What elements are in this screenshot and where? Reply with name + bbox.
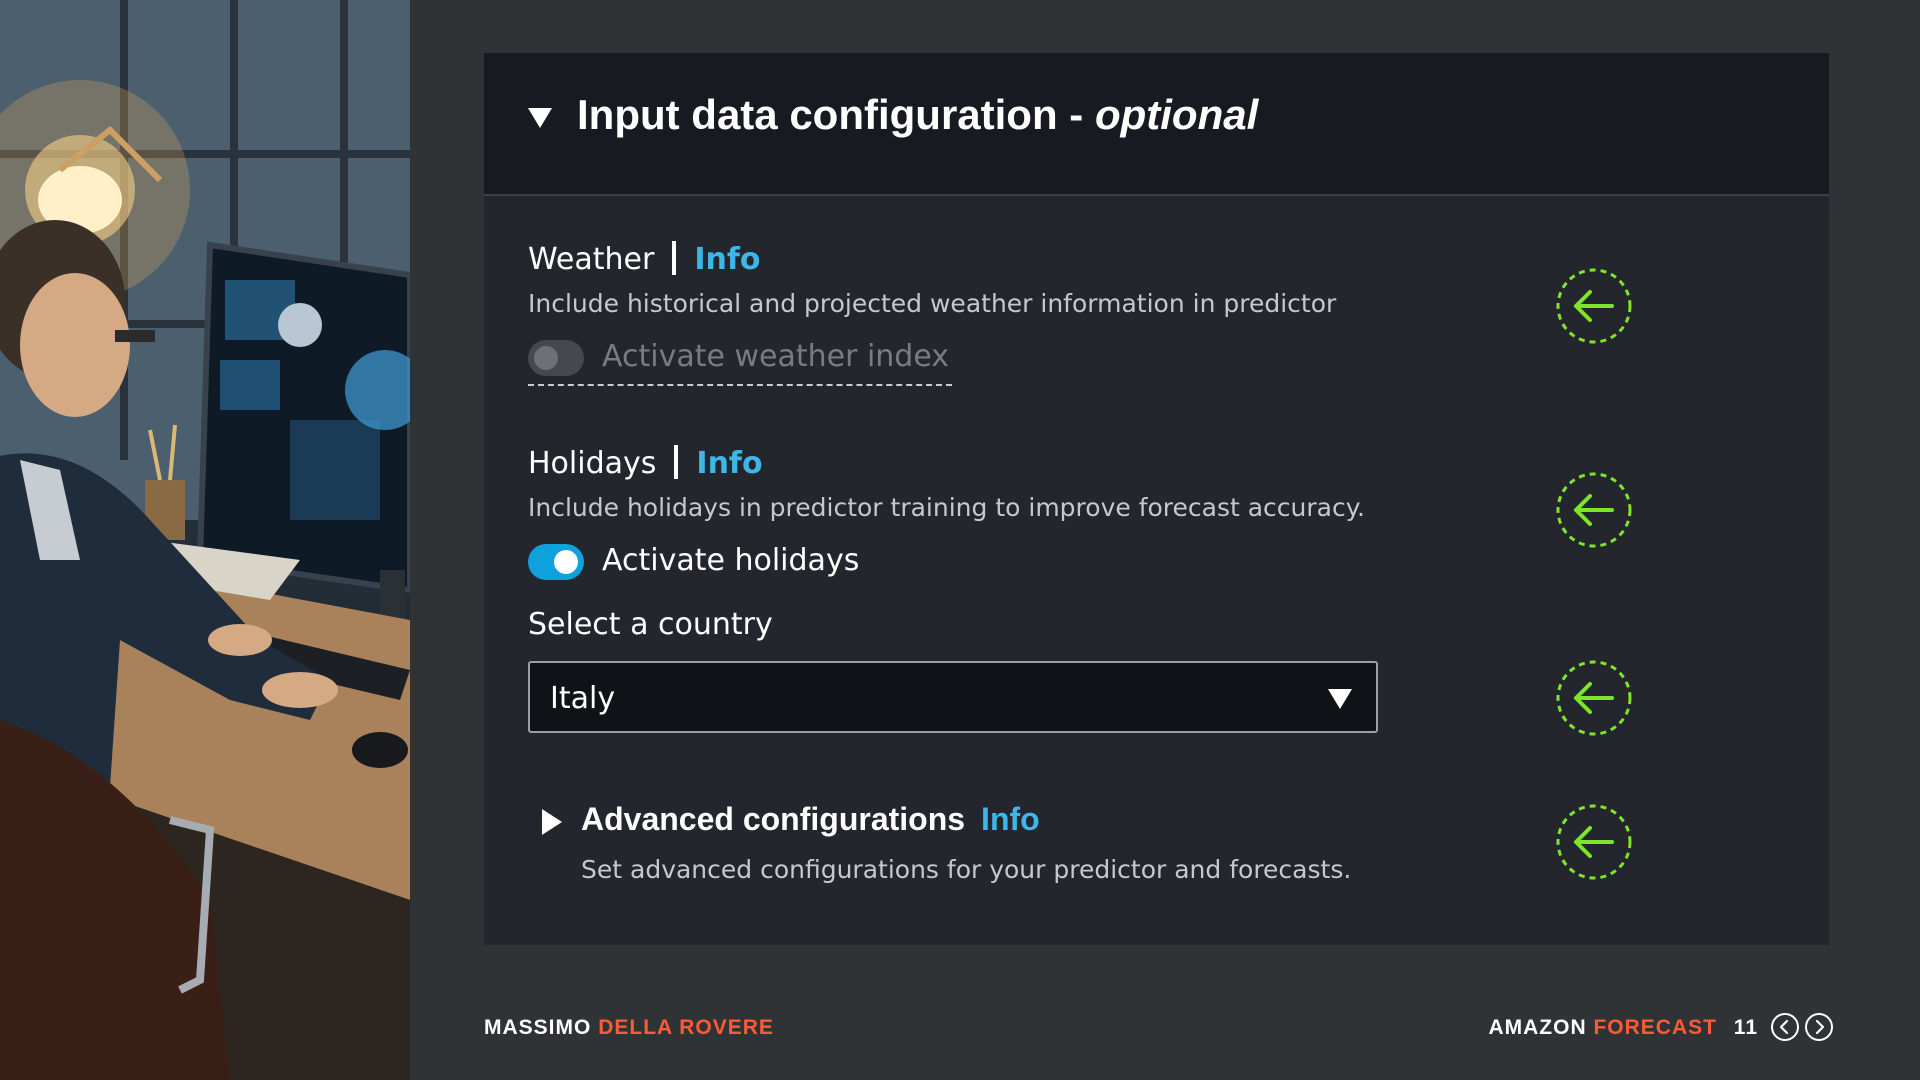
- holidays-section-label: Holidays Info: [528, 445, 763, 481]
- input-data-configuration-panel: Input data configuration - optional Weat…: [484, 53, 1829, 945]
- holidays-label: Holidays: [528, 446, 657, 481]
- arrow-left-dashed-circle-icon: [1556, 472, 1632, 548]
- weather-index-toggle[interactable]: [528, 340, 584, 376]
- footer-product: AMAZON FORECAST 11: [1488, 1016, 1758, 1040]
- chevron-left-circle-icon[interactable]: [1770, 1012, 1800, 1042]
- holidays-info-link[interactable]: Info: [696, 446, 762, 481]
- advanced-info-link[interactable]: Info: [981, 801, 1040, 837]
- advanced-configurations-title: Advanced configurations: [581, 801, 966, 837]
- panel-title: Input data configuration - optional: [577, 91, 1258, 139]
- weather-index-toggle-label: Activate weather index: [602, 339, 950, 374]
- product-first: AMAZON: [1488, 1016, 1587, 1039]
- caret-down-icon: [1328, 689, 1352, 709]
- arrow-left-dashed-circle-icon: [1556, 268, 1632, 344]
- product-second: FORECAST: [1593, 1016, 1717, 1039]
- panel-header[interactable]: Input data configuration - optional: [484, 53, 1829, 196]
- weather-description: Include historical and projected weather…: [528, 289, 1337, 318]
- slide: Input data configuration - optional Weat…: [0, 0, 1920, 1080]
- panel-title-optional: optional: [1094, 91, 1259, 138]
- caret-right-icon[interactable]: [542, 809, 562, 835]
- holidays-description: Include holidays in predictor training t…: [528, 493, 1365, 522]
- page-number: 11: [1733, 1016, 1758, 1039]
- author-last-name: DELLA ROVERE: [598, 1016, 774, 1039]
- advanced-configurations-header[interactable]: Advanced configurations Info: [581, 801, 1040, 838]
- country-select-label: Select a country: [528, 607, 773, 642]
- arrow-left-dashed-circle-icon: [1556, 660, 1632, 736]
- separator: [674, 445, 679, 479]
- country-select[interactable]: Italy: [528, 661, 1378, 733]
- footer-author: MASSIMO DELLA ROVERE: [484, 1016, 774, 1040]
- country-select-value: Italy: [550, 681, 616, 716]
- caret-down-icon[interactable]: [528, 108, 552, 128]
- holidays-toggle[interactable]: [528, 544, 584, 580]
- holidays-toggle-label: Activate holidays: [602, 543, 860, 578]
- separator: [672, 241, 677, 275]
- author-first-name: MASSIMO: [484, 1016, 592, 1039]
- toggle-knob: [554, 550, 578, 574]
- toggle-knob: [534, 346, 558, 370]
- arrow-left-dashed-circle-icon: [1556, 804, 1632, 880]
- weather-section-label: Weather Info: [528, 241, 761, 277]
- weather-info-link[interactable]: Info: [694, 242, 760, 277]
- office-scene-image: [0, 0, 410, 1080]
- advanced-description: Set advanced configurations for your pre…: [581, 855, 1352, 884]
- panel-title-main: Input data configuration -: [577, 91, 1095, 138]
- weather-label: Weather: [528, 242, 655, 277]
- illustration-office-scene: [0, 0, 410, 1080]
- chevron-right-circle-icon[interactable]: [1804, 1012, 1834, 1042]
- weather-toggle-underline: [528, 384, 952, 386]
